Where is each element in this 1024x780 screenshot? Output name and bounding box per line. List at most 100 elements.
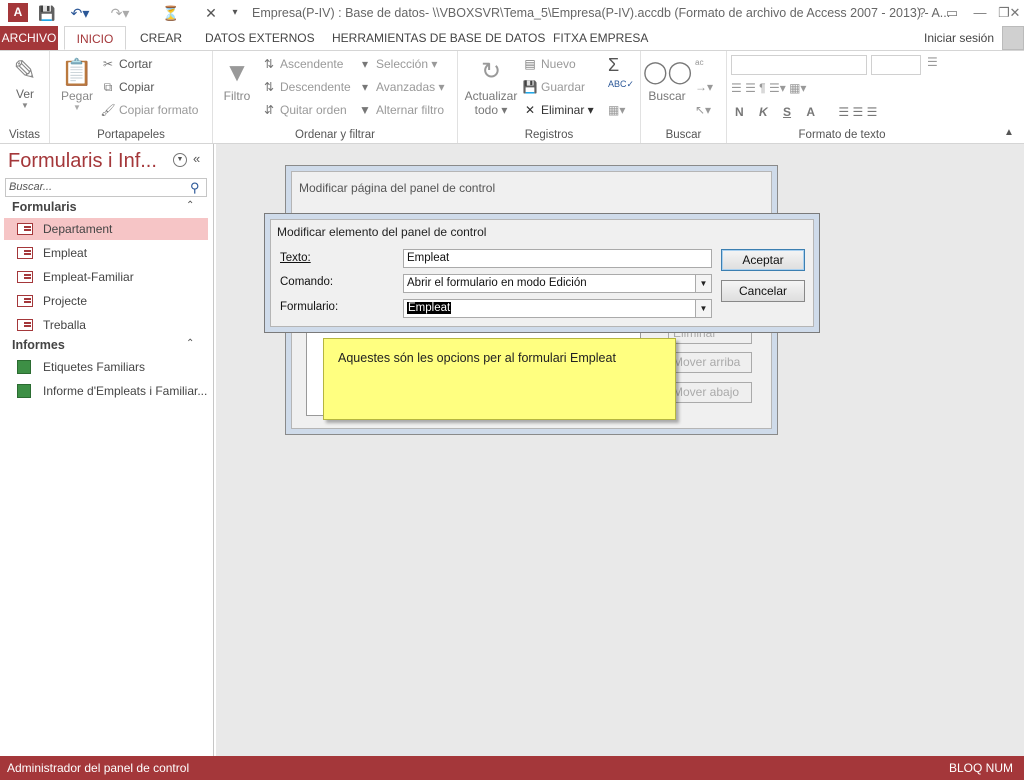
sort-descending-button[interactable]: ⇅ Descendente xyxy=(261,80,351,94)
font-name-select[interactable] xyxy=(731,55,867,75)
group-registros: ↻ Actualizar todo ▾ ▤ Nuevo 💾 Guardar ✕ Eli… xyxy=(458,51,641,143)
cancel-button[interactable]: Cancelar xyxy=(721,280,805,302)
filter-toggle-icon: ▼ xyxy=(359,103,371,117)
cut-button[interactable]: ✂ Cortar xyxy=(100,57,152,71)
accept-button[interactable]: Aceptar xyxy=(721,249,805,271)
chevron-down-icon: ▼ xyxy=(73,103,81,112)
collapse-ribbon-icon[interactable]: ▲ xyxy=(1004,127,1014,138)
collapse-nav-icon[interactable]: « xyxy=(193,151,200,166)
help-icon[interactable]: ? xyxy=(910,3,934,23)
view-button[interactable]: ✎ Ver ▼ xyxy=(4,55,46,110)
texto-input[interactable]: Empleat xyxy=(403,249,712,268)
spelling-button[interactable]: ABC✓ xyxy=(608,79,634,90)
tab-archivo[interactable]: ARCHIVO xyxy=(0,26,58,50)
search-icon[interactable]: ⚲ xyxy=(190,180,200,196)
group-label: Formato de texto xyxy=(798,129,886,141)
align-icons[interactable]: ☰ ☰ ☰ xyxy=(838,105,877,119)
group-portapapeles: 📋 Pegar ▼ ✂ Cortar ⧉ Copiar 🖌 Copiar format… xyxy=(50,51,213,143)
nav-section-informes[interactable]: Informes xyxy=(12,338,65,352)
group-vistas: ✎ Ver ▼ Vistas xyxy=(0,51,50,143)
goto-button[interactable]: →▾ xyxy=(695,80,713,94)
save-record-button[interactable]: 💾 Guardar xyxy=(522,80,586,94)
nav-item-projecte[interactable]: Projecte xyxy=(4,290,208,312)
refresh-view-icon[interactable]: ⏳ xyxy=(160,3,182,23)
select-button[interactable]: ↖▾ xyxy=(695,103,711,117)
navigation-pane: Formularis i Inf... ▼ « Buscar... ⚲ Form… xyxy=(0,144,214,756)
nav-item-treballa[interactable]: Treballa xyxy=(4,314,208,336)
signin-link[interactable]: Iniciar sesión xyxy=(916,26,1002,50)
bullets-button[interactable]: ☰ xyxy=(927,55,938,69)
nav-item-departament[interactable]: Departament xyxy=(4,218,208,240)
new-record-icon: ▤ xyxy=(524,57,536,71)
new-record-button[interactable]: ▤ Nuevo xyxy=(522,57,575,71)
spelling-icon: ABC✓ xyxy=(608,79,635,89)
nav-menu-icon[interactable]: ▼ xyxy=(173,153,187,167)
indent-icon: ☰ ☰ ¶ ☰▾ ▦▾ xyxy=(731,81,807,95)
customize-quick-access-icon[interactable]: ▾ xyxy=(228,3,242,23)
save-icon: 💾 xyxy=(522,80,538,94)
underline-icon[interactable]: S xyxy=(783,105,791,119)
tab-fitxa-empresa[interactable]: FITXA EMPRESA xyxy=(545,26,656,50)
italic-icon[interactable]: K xyxy=(759,105,768,119)
nav-item-empleat[interactable]: Empleat xyxy=(4,242,208,264)
nav-section-formularis[interactable]: Formularis xyxy=(12,200,77,214)
sort-ascending-button[interactable]: ⇅ Ascendente xyxy=(261,57,343,71)
tab-datos-externos[interactable]: DATOS EXTERNOS xyxy=(197,26,323,50)
comando-select[interactable]: Abrir el formulario en modo Edición ▼ xyxy=(403,274,712,293)
tab-herramientas[interactable]: HERRAMIENTAS DE BASE DE DATOS xyxy=(324,26,553,50)
toggle-filter-button[interactable]: ▼ Alternar filtro xyxy=(357,103,444,117)
delete-x-icon: ✕ xyxy=(524,103,536,117)
move-down-button[interactable]: Mover abajo xyxy=(668,382,752,403)
comando-label: Comando: xyxy=(280,276,334,288)
title-bar: A 💾 ↶▾ ↷▾ ⏳ ✕ ▾ Empresa(P-IV) : Base de … xyxy=(0,0,1024,26)
sigma-icon: Σ xyxy=(608,55,620,75)
access-logo-icon[interactable]: A xyxy=(8,3,28,22)
chevron-down-icon[interactable]: ▼ xyxy=(695,300,711,317)
group-label: Registros xyxy=(524,129,574,141)
goto-arrow-icon: →▾ xyxy=(695,80,714,94)
find-button[interactable]: ◯◯ Buscar xyxy=(643,55,693,103)
edit-switchboard-item-dialog: Modificar elemento del panel de control … xyxy=(264,213,820,333)
nav-item-empleat-familiar[interactable]: Empleat-Familiar xyxy=(4,266,208,288)
close-database-icon[interactable]: ✕ xyxy=(202,3,220,23)
view-icon: ✎ xyxy=(13,55,37,86)
redo-icon[interactable]: ↷▾ xyxy=(106,3,134,23)
nav-search-input[interactable]: Buscar... xyxy=(5,178,207,197)
move-up-button[interactable]: Mover arriba xyxy=(668,352,752,373)
totals-button[interactable]: Σ xyxy=(608,55,619,76)
selection-filter-button[interactable]: ▾ Selección ▾ xyxy=(357,57,437,71)
callout-note: Aquestes són les opcions per al formular… xyxy=(323,338,676,420)
advanced-filter-button[interactable]: ▾ Avanzadas ▾ xyxy=(357,80,445,94)
filter-advanced-icon: ▾ xyxy=(361,80,369,94)
section-collapse-icon[interactable]: ⌃ xyxy=(186,200,194,211)
delete-record-button[interactable]: ✕ Eliminar ▾ xyxy=(522,103,594,117)
refresh-all-button[interactable]: ↻ Actualizar todo ▾ xyxy=(462,55,520,117)
nav-item-etiquetes-familiars[interactable]: Etiquetes Familiars xyxy=(4,356,208,378)
undo-icon[interactable]: ↶▾ xyxy=(66,3,94,23)
bold-icon[interactable]: N xyxy=(735,105,744,119)
sort-ascending-icon: ⇅ xyxy=(263,57,275,71)
close-button[interactable]: ✕ xyxy=(1006,3,1024,23)
paste-button[interactable]: 📋 Pegar ▼ xyxy=(56,55,98,112)
avatar[interactable] xyxy=(1002,26,1024,50)
replace-button[interactable]: ᵃᶜ xyxy=(695,57,704,71)
filter-button[interactable]: ▼ Filtro xyxy=(219,55,255,103)
save-icon[interactable]: 💾 xyxy=(38,3,56,23)
copy-button[interactable]: ⧉ Copiar xyxy=(100,80,155,95)
font-color-icon[interactable]: A xyxy=(806,105,815,119)
nav-item-informe-empleats[interactable]: Informe d'Empleats i Familiar... xyxy=(4,380,208,402)
binoculars-icon: ◯◯ xyxy=(643,59,693,84)
minimize-button[interactable]: — xyxy=(968,3,992,23)
indent-buttons[interactable]: ☰ ☰ ¶ ☰▾ ▦▾ xyxy=(731,81,806,95)
nav-title[interactable]: Formularis i Inf... xyxy=(8,150,157,173)
font-size-select[interactable] xyxy=(871,55,921,75)
tab-inicio[interactable]: INICIO xyxy=(64,26,126,50)
ribbon-display-icon[interactable]: ▭ xyxy=(940,3,964,23)
formulario-select[interactable]: Empleat ▼ xyxy=(403,299,712,318)
chevron-down-icon[interactable]: ▼ xyxy=(695,275,711,292)
format-painter-button[interactable]: 🖌 Copiar formato xyxy=(100,103,198,117)
section-collapse-icon[interactable]: ⌃ xyxy=(186,338,194,349)
tab-crear[interactable]: CREAR xyxy=(132,26,190,50)
remove-sort-button[interactable]: ⇵ Quitar orden xyxy=(261,103,347,117)
more-records-button[interactable]: ▦▾ xyxy=(608,103,625,117)
